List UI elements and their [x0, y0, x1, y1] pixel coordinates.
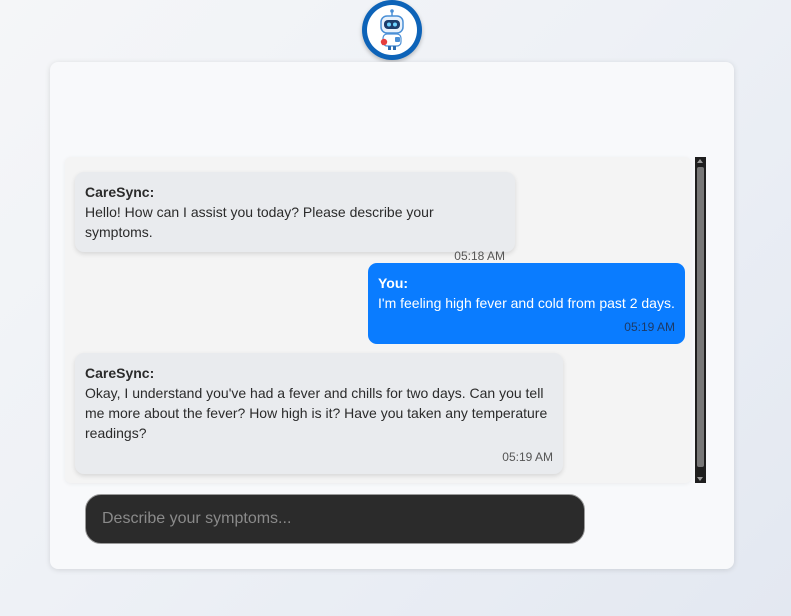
- chat-message-user: You: I'm feeling high fever and cold fro…: [368, 263, 685, 344]
- scrollbar-thumb[interactable]: [697, 167, 704, 467]
- message-text: Okay, I understand you've had a fever an…: [85, 385, 548, 441]
- message-sender: You:: [378, 275, 409, 291]
- symptom-input[interactable]: [85, 494, 585, 544]
- message-timestamp: 05:19 AM: [502, 450, 553, 464]
- chat-scrollbar[interactable]: [695, 157, 706, 483]
- chat-message-bot: CareSync: Hello! How can I assist you to…: [75, 172, 515, 263]
- robot-doctor-icon: [380, 9, 404, 50]
- logo-badge: [367, 5, 417, 55]
- chat-history[interactable]: CareSync: Hello! How can I assist you to…: [65, 157, 691, 483]
- message-sender: CareSync:: [85, 365, 155, 381]
- message-sender: CareSync:: [85, 184, 155, 200]
- scroll-down-arrow-icon[interactable]: [697, 477, 703, 481]
- message-text: I'm feeling high fever and cold from pas…: [378, 295, 675, 311]
- message-text: Hello! How can I assist you today? Pleas…: [85, 204, 434, 240]
- message-timestamp: 05:18 AM: [454, 249, 505, 263]
- app-logo: [362, 0, 422, 60]
- chat-message-bot: CareSync: Okay, I understand you've had …: [75, 353, 563, 474]
- chat-card: CareSync: Hello! How can I assist you to…: [50, 62, 734, 569]
- scroll-up-arrow-icon[interactable]: [697, 159, 703, 163]
- message-timestamp: 05:19 AM: [624, 320, 675, 334]
